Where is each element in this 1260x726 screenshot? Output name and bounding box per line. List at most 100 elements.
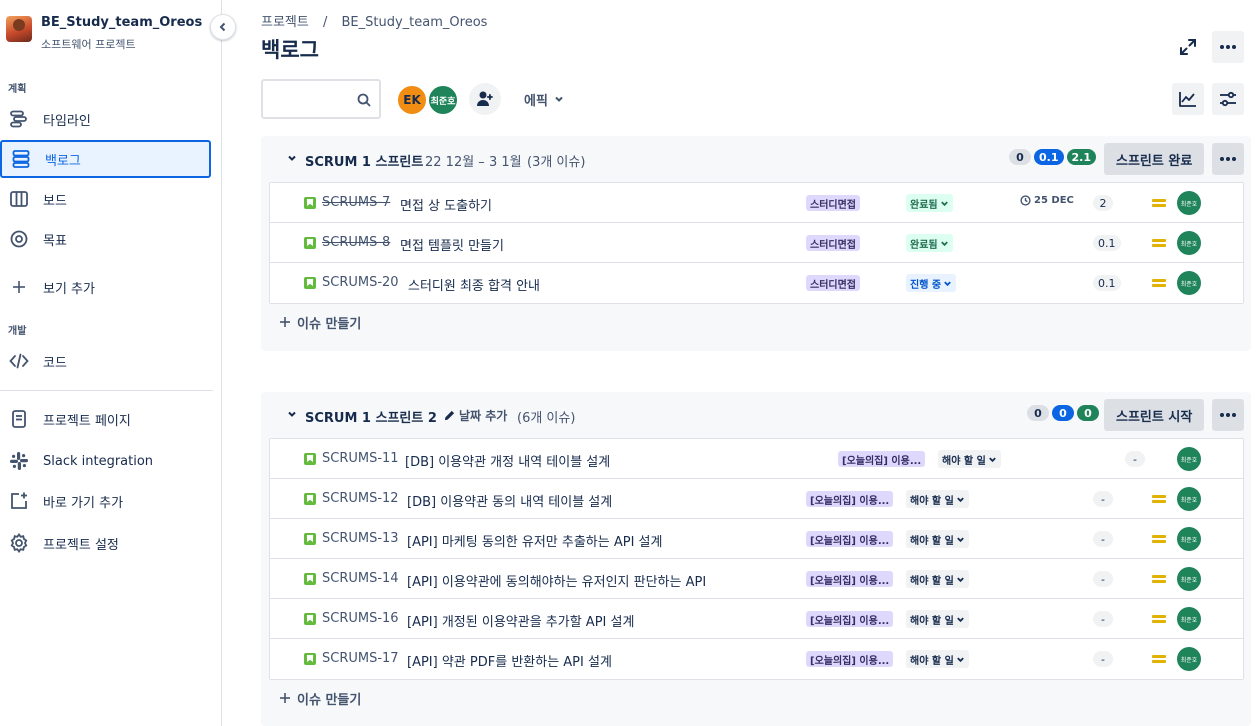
- sidebar-item-goals[interactable]: 목표: [0, 220, 211, 258]
- issue-key[interactable]: SCRUMS-8: [322, 235, 390, 250]
- status-dropdown[interactable]: 해야 할 일: [906, 650, 969, 668]
- priority-medium-icon: [1152, 277, 1166, 289]
- status-dropdown[interactable]: 해야 할 일: [938, 450, 1001, 468]
- insights-button[interactable]: [1172, 83, 1204, 115]
- fullscreen-button[interactable]: [1172, 31, 1204, 63]
- add-dates-label: 날짜 추가: [459, 409, 508, 423]
- story-points[interactable]: -: [1093, 611, 1113, 627]
- status-dropdown[interactable]: 진행 중: [906, 274, 957, 292]
- assignee-avatar[interactable]: 최준호: [1177, 271, 1201, 295]
- issue-row[interactable]: SCRUMS-16 [API] 개정된 이용약관을 추가할 API 설계 [오늘…: [270, 599, 1243, 639]
- section-label-development: 개발: [8, 326, 27, 337]
- breadcrumb-root[interactable]: 프로젝트: [261, 15, 309, 30]
- sidebar-item-project-settings[interactable]: 프로젝트 설정: [0, 524, 211, 562]
- create-issue-button[interactable]: 이슈 만들기: [279, 312, 361, 332]
- priority-medium-icon: [1152, 237, 1166, 249]
- story-points[interactable]: -: [1093, 571, 1113, 587]
- status-dropdown[interactable]: 해야 할 일: [906, 530, 969, 548]
- epic-filter-dropdown[interactable]: 에픽: [516, 86, 572, 112]
- sidebar-item-label: 목표: [43, 233, 67, 249]
- issue-row[interactable]: SCRUMS-14 [API] 이용약관에 동의해야하는 유저인지 판단하는 A…: [270, 559, 1243, 599]
- issue-key[interactable]: SCRUMS-7: [322, 195, 390, 210]
- issue-key[interactable]: SCRUMS-14: [322, 571, 399, 586]
- issue-summary: [API] 개정된 이용약관을 추가할 API 설계: [407, 615, 635, 630]
- issue-row[interactable]: SCRUMS-13 [API] 마케팅 동의한 유저만 추출하는 API 설계 …: [270, 519, 1243, 559]
- breadcrumb: 프로젝트 / BE_Study_team_Oreos: [261, 11, 497, 30]
- create-issue-button[interactable]: 이슈 만들기: [279, 688, 361, 708]
- issue-key[interactable]: SCRUMS-16: [322, 611, 399, 626]
- project-header[interactable]: BE_Study_team_Oreos 소프트웨어 프로젝트: [6, 14, 206, 51]
- add-dates-button[interactable]: 날짜 추가: [444, 407, 507, 424]
- clock-icon: [1020, 195, 1031, 206]
- breadcrumb-project[interactable]: BE_Study_team_Oreos: [342, 15, 488, 30]
- sidebar-item-label: 백로그: [45, 153, 81, 169]
- complete-sprint-button[interactable]: 스프린트 완료: [1104, 143, 1205, 175]
- status-label: 해야 할 일: [910, 615, 954, 627]
- story-points[interactable]: 0.1: [1093, 235, 1121, 251]
- status-dropdown[interactable]: 해야 할 일: [906, 490, 969, 508]
- sidebar-item-code[interactable]: 코드: [0, 342, 211, 380]
- more-icon: [1220, 413, 1236, 417]
- avatar-filter-ek[interactable]: EK: [396, 84, 428, 116]
- story-points[interactable]: -: [1125, 451, 1145, 467]
- add-people-button[interactable]: [469, 83, 501, 115]
- epic-lozenge: [오늘의집] 이용...: [806, 611, 894, 627]
- chevron-down-icon[interactable]: [287, 153, 297, 163]
- status-label: 해야 할 일: [910, 535, 954, 547]
- sidebar-item-project-pages[interactable]: 프로젝트 페이지: [0, 400, 211, 438]
- sidebar-item-add-shortcut[interactable]: 바로 가기 추가: [0, 482, 211, 520]
- sidebar-item-add-view[interactable]: 보기 추가: [0, 268, 211, 306]
- issue-row[interactable]: SCRUMS-7 면접 상 도출하기 스터디면접 완료됨 25 DEC 2 최준…: [270, 183, 1243, 223]
- sidebar-item-backlog[interactable]: 백로그: [0, 140, 211, 178]
- story-points[interactable]: 0.1: [1093, 275, 1121, 291]
- status-dropdown[interactable]: 완료됨: [906, 234, 953, 252]
- issue-key[interactable]: SCRUMS-20: [322, 275, 399, 290]
- search-box[interactable]: [261, 79, 381, 119]
- sidebar-item-timeline[interactable]: 타임라인: [0, 100, 211, 138]
- story-points[interactable]: -: [1093, 491, 1113, 507]
- assignee-avatar[interactable]: 최준호: [1177, 527, 1201, 551]
- issue-row[interactable]: SCRUMS-12 [DB] 이용약관 동의 내역 테이블 설계 [오늘의집] …: [270, 479, 1243, 519]
- assignee-avatar[interactable]: 최준호: [1177, 231, 1201, 255]
- sprint-more-button[interactable]: [1212, 399, 1244, 431]
- start-sprint-button[interactable]: 스프린트 시작: [1104, 399, 1205, 431]
- issue-row[interactable]: SCRUMS-11 [DB] 이용약관 개정 내역 테이블 설계 [오늘의집] …: [270, 439, 1243, 479]
- story-points[interactable]: -: [1093, 651, 1113, 667]
- assignee-avatar[interactable]: 최준호: [1177, 567, 1201, 591]
- story-icon: [304, 653, 316, 665]
- story-points[interactable]: -: [1093, 531, 1113, 547]
- section-label-planning: 계획: [8, 84, 27, 95]
- issue-row[interactable]: SCRUMS-17 [API] 약관 PDF를 반환하는 API 설계 [오늘의…: [270, 639, 1243, 679]
- assignee-avatar[interactable]: 최준호: [1177, 191, 1201, 215]
- issue-key[interactable]: SCRUMS-11: [322, 451, 399, 466]
- assignee-avatar[interactable]: 최준호: [1177, 647, 1201, 671]
- issue-row[interactable]: SCRUMS-20 스터디원 최종 합격 안내 스터디면접 진행 중 0.1 최…: [270, 263, 1243, 303]
- more-actions-button[interactable]: [1212, 31, 1244, 63]
- avatar-filter-choi[interactable]: 최준호: [427, 84, 459, 116]
- story-icon: [304, 237, 316, 249]
- sprint-dates: 22 12월 – 3 1월: [425, 155, 522, 170]
- issue-key[interactable]: SCRUMS-13: [322, 531, 399, 546]
- search-input[interactable]: [269, 89, 349, 109]
- sprint-more-button[interactable]: [1212, 143, 1244, 175]
- issue-row[interactable]: SCRUMS-8 면접 템플릿 만들기 스터디면접 완료됨 0.1 최준호: [270, 223, 1243, 263]
- sidebar-item-board[interactable]: 보드: [0, 180, 211, 218]
- status-dropdown[interactable]: 해야 할 일: [906, 570, 969, 588]
- epic-lozenge: [오늘의집] 이용...: [806, 531, 894, 547]
- status-dropdown[interactable]: 해야 할 일: [906, 610, 969, 628]
- sidebar-item-slack[interactable]: Slack integration: [0, 442, 211, 480]
- assignee-avatar[interactable]: 최준호: [1177, 487, 1201, 511]
- status-dropdown[interactable]: 완료됨: [906, 194, 953, 212]
- view-settings-button[interactable]: [1212, 83, 1244, 115]
- chevron-down-icon[interactable]: [287, 409, 297, 419]
- chevron-down-icon: [988, 457, 996, 462]
- issue-key[interactable]: SCRUMS-12: [322, 491, 399, 506]
- issue-key[interactable]: SCRUMS-17: [322, 651, 399, 666]
- chevron-down-icon: [956, 497, 964, 502]
- collapse-sidebar-button[interactable]: [210, 14, 236, 40]
- assignee-avatar[interactable]: 최준호: [1177, 447, 1201, 471]
- story-icon: [304, 533, 316, 545]
- epic-lozenge: 스터디면접: [806, 235, 860, 251]
- assignee-avatar[interactable]: 최준호: [1177, 607, 1201, 631]
- story-points[interactable]: 2: [1093, 195, 1113, 211]
